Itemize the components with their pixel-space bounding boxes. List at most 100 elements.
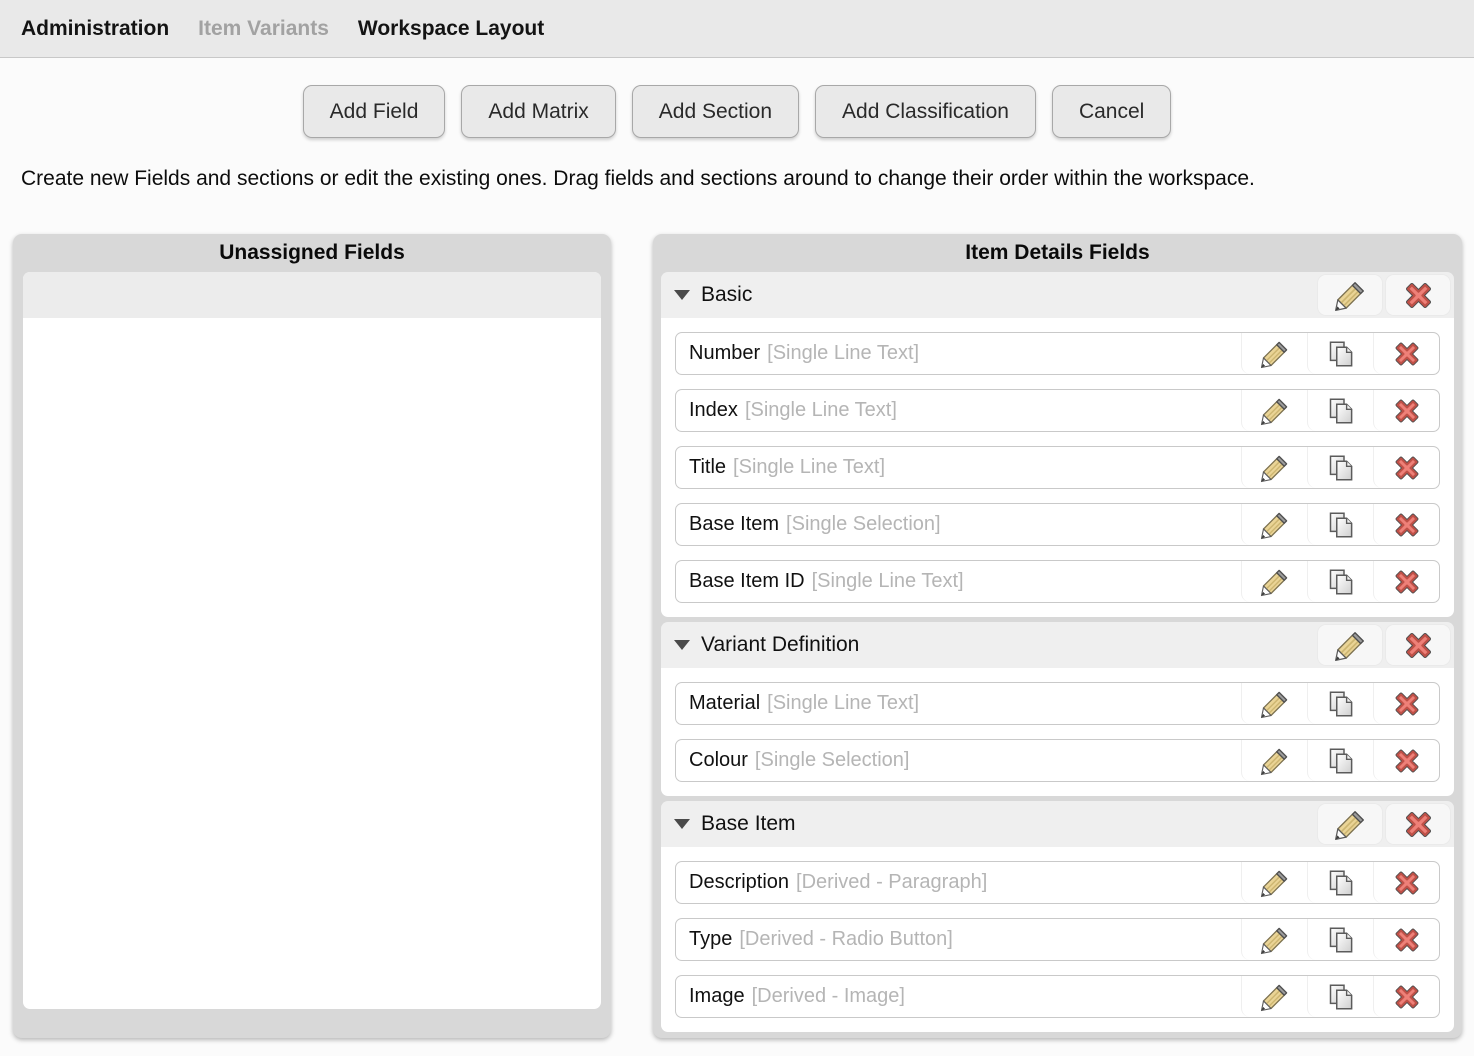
delete-x-icon — [1392, 982, 1422, 1012]
pencil-icon — [1260, 689, 1290, 719]
edit-field-button[interactable] — [1241, 504, 1307, 545]
section-name: Base Item — [701, 812, 796, 836]
field-row[interactable]: Colour [Single Selection] — [675, 739, 1440, 782]
delete-x-icon — [1392, 567, 1422, 597]
delete-field-button[interactable] — [1373, 683, 1439, 724]
field-row[interactable]: Number [Single Line Text] — [675, 332, 1440, 375]
copy-field-button[interactable] — [1307, 683, 1373, 724]
field-name: Number — [689, 342, 760, 365]
delete-x-icon — [1392, 396, 1422, 426]
delete-x-icon — [1392, 746, 1422, 776]
copy-icon — [1326, 868, 1356, 898]
top-nav-item[interactable]: Administration — [21, 17, 169, 41]
triangle-down-icon[interactable] — [674, 290, 690, 300]
toolbar-button[interactable]: Add Matrix — [461, 85, 615, 138]
copy-field-button[interactable] — [1307, 862, 1373, 903]
field-type: [Single Line Text] — [733, 456, 885, 479]
field-row[interactable]: Index [Single Line Text] — [675, 389, 1440, 432]
field-name: Image — [689, 985, 745, 1008]
section-actions — [1315, 274, 1451, 316]
copy-field-button[interactable] — [1307, 919, 1373, 960]
section-header[interactable]: Variant Definition — [661, 622, 1454, 668]
field-type: [Single Line Text] — [745, 399, 897, 422]
field-type: [Derived - Image] — [752, 985, 905, 1008]
unassigned-fields-panel: Unassigned Fields — [13, 234, 611, 1038]
delete-x-icon — [1392, 868, 1422, 898]
delete-section-button[interactable] — [1385, 274, 1451, 316]
section-header[interactable]: Basic — [661, 272, 1454, 318]
edit-section-button[interactable] — [1317, 274, 1383, 316]
delete-field-button[interactable] — [1373, 561, 1439, 602]
edit-field-button[interactable] — [1241, 561, 1307, 602]
field-name: Base Item — [689, 513, 779, 536]
toolbar-button[interactable]: Add Section — [632, 85, 799, 138]
delete-section-button[interactable] — [1385, 624, 1451, 666]
edit-field-button[interactable] — [1241, 976, 1307, 1017]
item-details-fields-title: Item Details Fields — [661, 234, 1454, 272]
section-content: Description [Derived - Paragraph] — [661, 847, 1454, 1032]
edit-field-button[interactable] — [1241, 447, 1307, 488]
field-row[interactable]: Title [Single Line Text] — [675, 446, 1440, 489]
pencil-icon — [1260, 925, 1290, 955]
toolbar-button[interactable]: Cancel — [1052, 85, 1171, 138]
delete-field-button[interactable] — [1373, 919, 1439, 960]
triangle-down-icon[interactable] — [674, 819, 690, 829]
field-name: Material — [689, 692, 760, 715]
delete-field-button[interactable] — [1373, 390, 1439, 431]
field-row[interactable]: Image [Derived - Image] — [675, 975, 1440, 1018]
field-type: [Single Line Text] — [767, 692, 919, 715]
delete-field-button[interactable] — [1373, 447, 1439, 488]
edit-section-button[interactable] — [1317, 803, 1383, 845]
pencil-icon — [1260, 396, 1290, 426]
copy-field-button[interactable] — [1307, 976, 1373, 1017]
delete-field-button[interactable] — [1373, 862, 1439, 903]
delete-section-button[interactable] — [1385, 803, 1451, 845]
copy-field-button[interactable] — [1307, 740, 1373, 781]
copy-icon — [1326, 453, 1356, 483]
toolbar-button[interactable]: Add Classification — [815, 85, 1036, 138]
edit-field-button[interactable] — [1241, 740, 1307, 781]
copy-field-button[interactable] — [1307, 504, 1373, 545]
field-row[interactable]: Base Item [Single Selection] — [675, 503, 1440, 546]
pencil-icon — [1260, 982, 1290, 1012]
field-section: Variant Definition — [661, 622, 1454, 796]
copy-field-button[interactable] — [1307, 561, 1373, 602]
delete-x-icon — [1402, 629, 1435, 662]
edit-field-button[interactable] — [1241, 862, 1307, 903]
delete-field-button[interactable] — [1373, 333, 1439, 374]
field-row[interactable]: Base Item ID [Single Line Text] — [675, 560, 1440, 603]
triangle-down-icon[interactable] — [674, 640, 690, 650]
field-row[interactable]: Type [Derived - Radio Button] — [675, 918, 1440, 961]
edit-field-button[interactable] — [1241, 390, 1307, 431]
field-row[interactable]: Material [Single Line Text] — [675, 682, 1440, 725]
field-name: Colour — [689, 749, 748, 772]
unassigned-fields-drop-area[interactable] — [23, 272, 601, 1009]
field-type: [Derived - Radio Button] — [739, 928, 952, 951]
field-name: Base Item ID — [689, 570, 805, 593]
field-name: Type — [689, 928, 732, 951]
delete-field-button[interactable] — [1373, 740, 1439, 781]
section-header[interactable]: Base Item — [661, 801, 1454, 847]
section-name: Basic — [701, 283, 752, 307]
section-name: Variant Definition — [701, 633, 859, 657]
field-name: Index — [689, 399, 738, 422]
pencil-icon — [1260, 567, 1290, 597]
edit-field-button[interactable] — [1241, 683, 1307, 724]
delete-field-button[interactable] — [1373, 504, 1439, 545]
sections-list: Basic — [661, 272, 1454, 1032]
top-nav-item[interactable]: Item Variants — [198, 17, 329, 41]
field-row[interactable]: Description [Derived - Paragraph] — [675, 861, 1440, 904]
copy-icon — [1326, 567, 1356, 597]
top-nav: Administration Item Variants Workspace Lay… — [0, 0, 1474, 58]
toolbar-button[interactable]: Add Field — [303, 85, 446, 138]
delete-field-button[interactable] — [1373, 976, 1439, 1017]
copy-field-button[interactable] — [1307, 390, 1373, 431]
top-nav-item[interactable]: Workspace Layout — [358, 17, 544, 41]
delete-x-icon — [1392, 339, 1422, 369]
edit-field-button[interactable] — [1241, 333, 1307, 374]
copy-field-button[interactable] — [1307, 447, 1373, 488]
copy-field-button[interactable] — [1307, 333, 1373, 374]
edit-field-button[interactable] — [1241, 919, 1307, 960]
field-label: Base Item ID [Single Line Text] — [676, 561, 1241, 602]
edit-section-button[interactable] — [1317, 624, 1383, 666]
